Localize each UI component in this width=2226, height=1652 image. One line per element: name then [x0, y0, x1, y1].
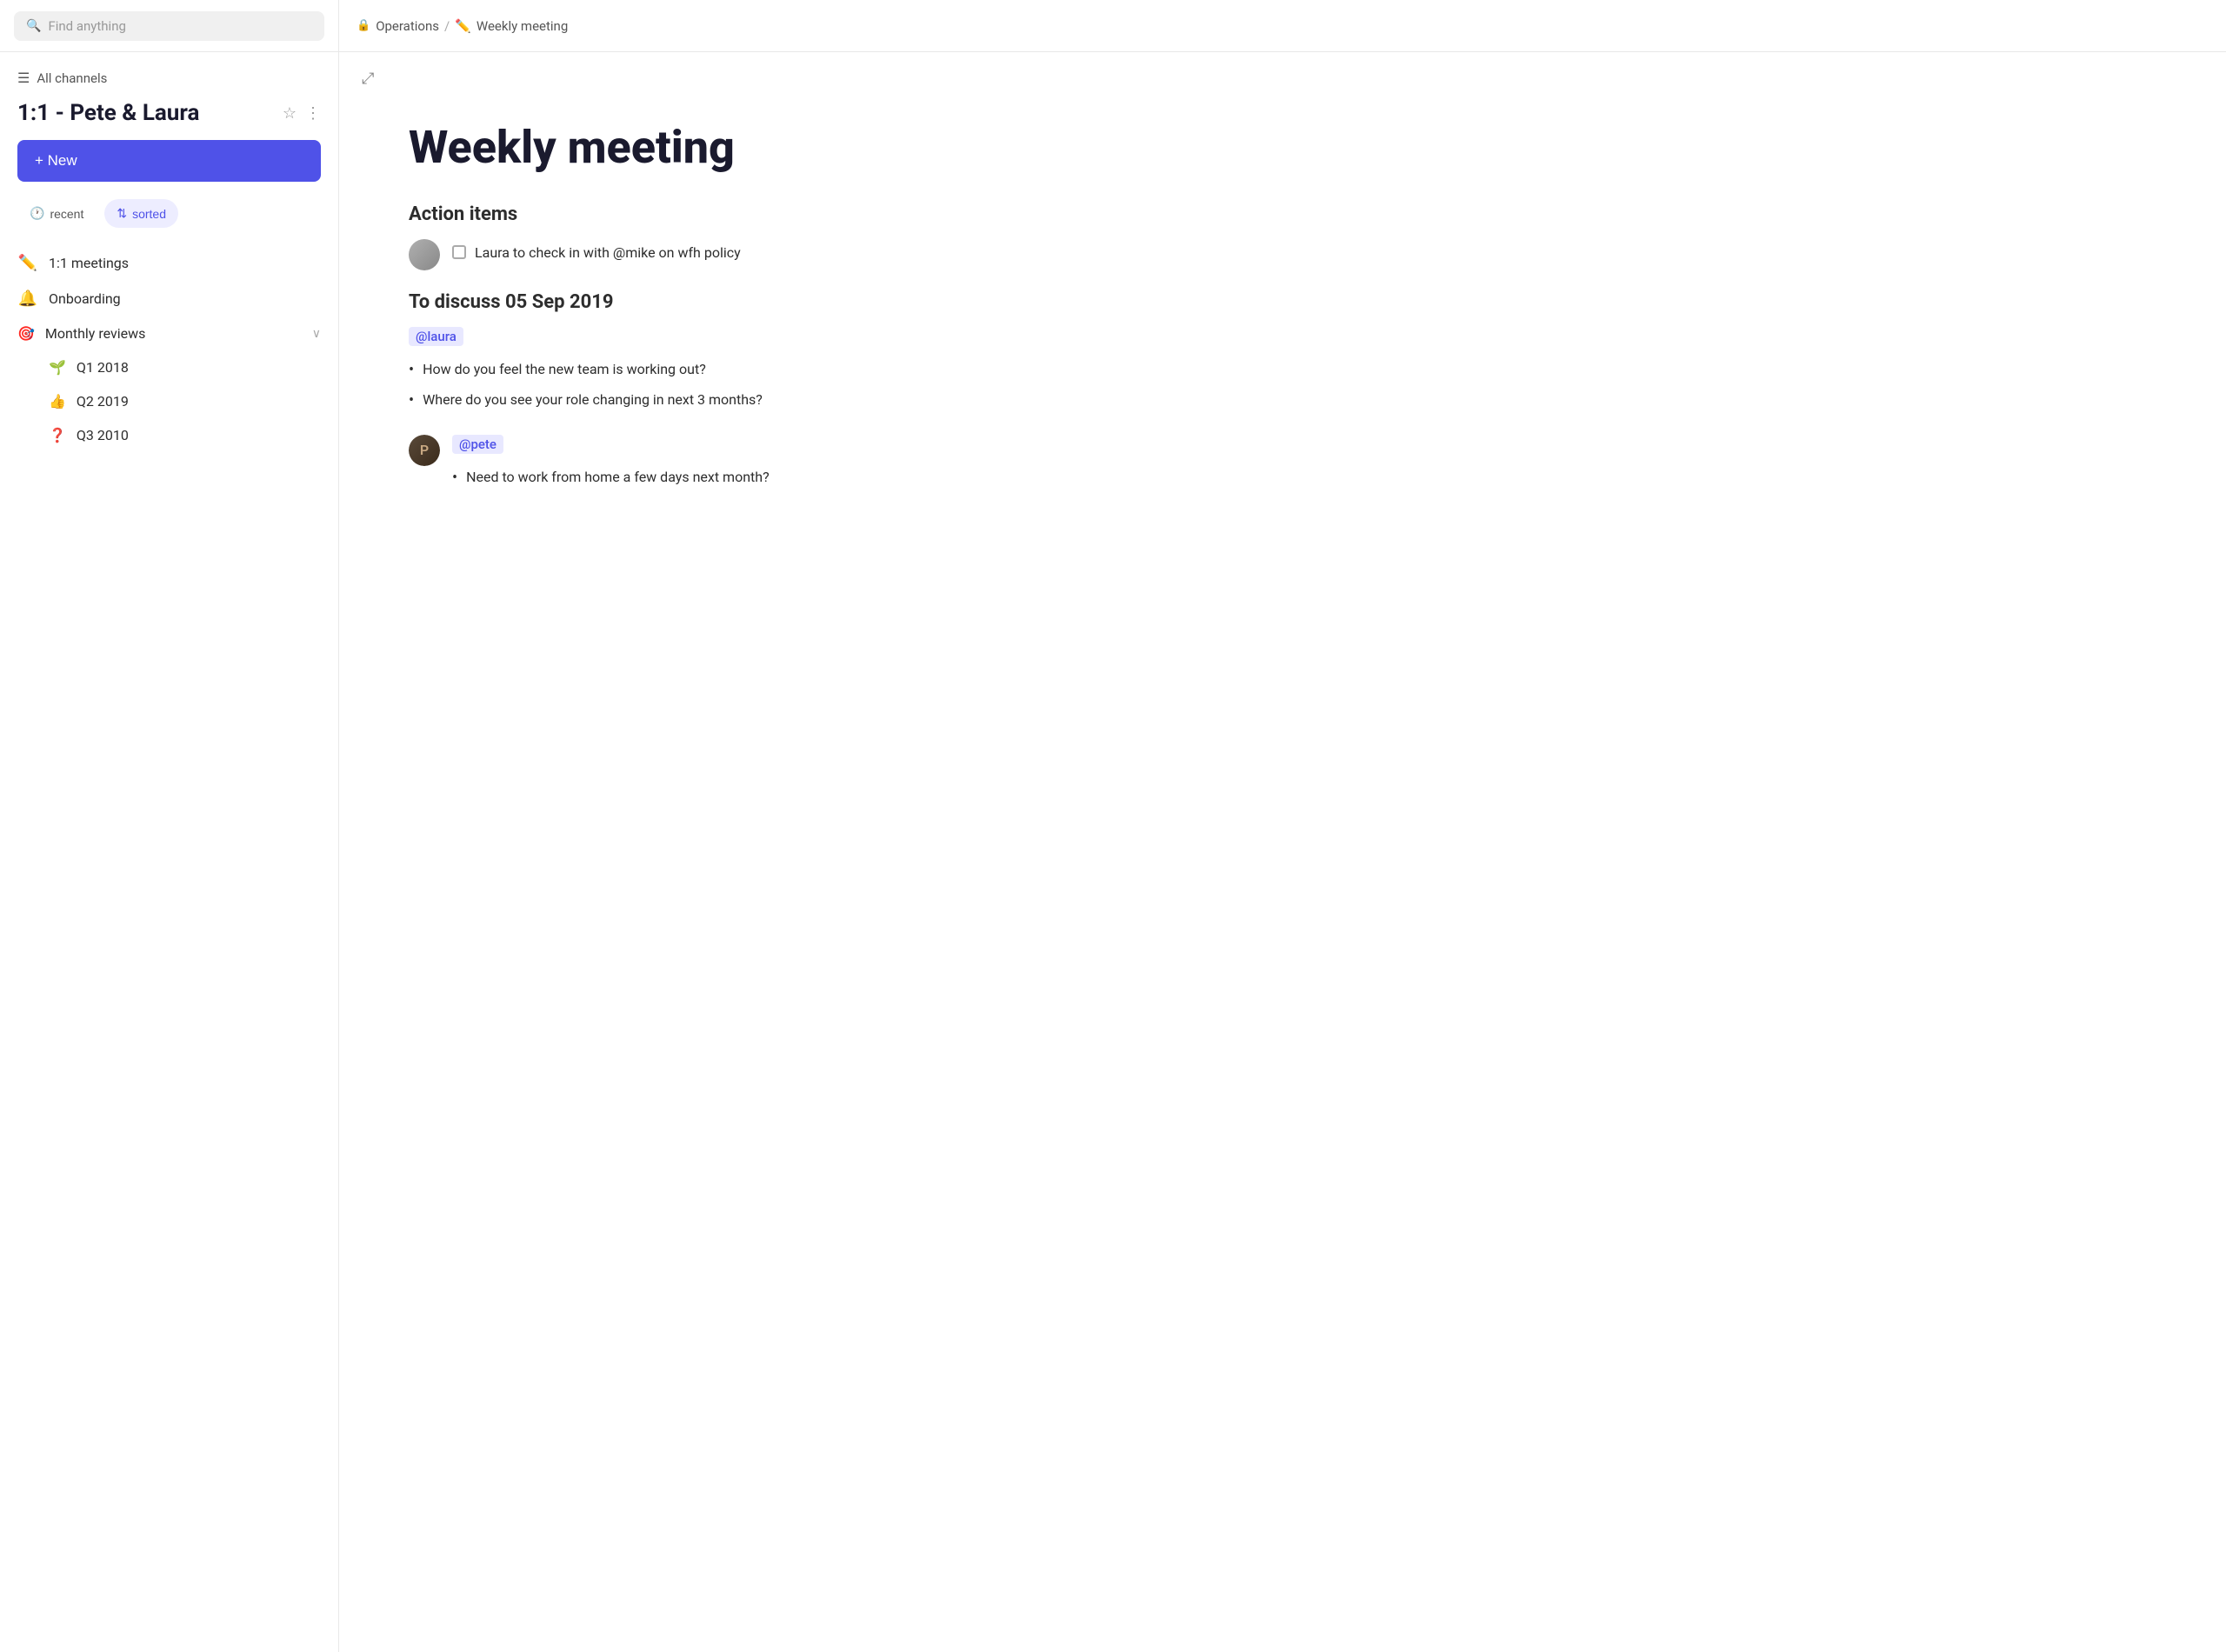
avatar-placeholder	[409, 239, 440, 270]
nav-item-11-meetings-label: 1:1 meetings	[49, 255, 129, 271]
laura-subsection: @laura • How do you feel the new team is…	[409, 327, 1052, 414]
breadcrumb-separator: /	[444, 18, 450, 34]
new-button[interactable]: + New	[17, 140, 321, 182]
thumbsup-emoji: 👍	[49, 393, 66, 410]
top-bar: 🔍 Find anything 🔒 Operations / ✏️ Weekly…	[0, 0, 2226, 52]
checkbox[interactable]	[452, 245, 466, 259]
nav-item-11-meetings[interactable]: ✏️ 1:1 meetings	[0, 245, 338, 281]
nav-sub-item-q3-2010-label: Q3 2010	[77, 427, 129, 443]
doc-content: Weekly meeting Action items Laura to che…	[339, 105, 1122, 556]
star-icon[interactable]: ☆	[283, 104, 297, 123]
filter-recent-label: recent	[50, 207, 83, 221]
breadcrumb: 🔒 Operations / ✏️ Weekly meeting	[339, 18, 585, 34]
search-placeholder: Find anything	[48, 18, 125, 34]
pete-bullet-1: • Need to work from home a few days next…	[452, 466, 1052, 491]
laura-bullet-list: • How do you feel the new team is workin…	[409, 358, 1052, 414]
discuss-section: To discuss 05 Sep 2019 @laura • How do y…	[409, 291, 1052, 496]
nav-sub-item-q2-2019[interactable]: 👍 Q2 2019	[0, 384, 338, 418]
laura-bullet-1: • How do you feel the new team is workin…	[409, 358, 1052, 383]
pete-content: @pete • Need to work from home a few day…	[452, 435, 1052, 496]
content-area: ⤢ Weekly meeting Action items Laura to c…	[339, 52, 2226, 1652]
bullet-dot-pete-1: •	[452, 466, 457, 491]
breadcrumb-workspace[interactable]: Operations	[376, 18, 439, 34]
all-channels-label: All channels	[37, 70, 107, 86]
breadcrumb-doc[interactable]: Weekly meeting	[477, 18, 568, 34]
user-avatar-laura	[409, 239, 440, 270]
filter-sorted-button[interactable]: ⇅ sorted	[104, 199, 178, 228]
search-box[interactable]: 🔍 Find anything	[14, 11, 324, 41]
nav-sub-item-q2-2019-label: Q2 2019	[77, 393, 129, 410]
laura-bullet-2: • Where do you see your role changing in…	[409, 389, 1052, 414]
channel-title: 1:1 - Pete & Laura	[17, 100, 199, 126]
breadcrumb-doc-emoji: ✏️	[455, 18, 471, 34]
nav-item-monthly-reviews[interactable]: 🎯 Monthly reviews ∨	[0, 316, 338, 350]
laura-bullet-2-text: Where do you see your role changing in n…	[423, 389, 763, 411]
pete-bullet-list: • Need to work from home a few days next…	[452, 466, 1052, 491]
user-avatar-pete: P	[409, 435, 440, 466]
filter-recent-button[interactable]: 🕐 recent	[17, 199, 96, 228]
main-layout: ☰ All channels 1:1 - Pete & Laura ☆ ⋮ + …	[0, 52, 2226, 1652]
clock-icon: 🕐	[30, 206, 44, 221]
nav-item-monthly-reviews-left: 🎯 Monthly reviews	[17, 325, 145, 342]
question-emoji: ❓	[49, 427, 66, 443]
bell-emoji: 🔔	[17, 290, 38, 308]
avatar-pete: P	[409, 435, 440, 466]
pete-mention[interactable]: @pete	[452, 435, 503, 454]
content-toolbar: ⤢	[339, 52, 2226, 105]
channel-title-area: 1:1 - Pete & Laura ☆ ⋮	[0, 100, 338, 140]
target-emoji: 🎯	[17, 325, 35, 342]
laura-mention[interactable]: @laura	[409, 327, 463, 346]
action-items-section: Action items Laura to check in with @mik…	[409, 203, 1052, 270]
sidebar: ☰ All channels 1:1 - Pete & Laura ☆ ⋮ + …	[0, 52, 339, 1652]
sort-icon: ⇅	[117, 206, 127, 221]
nav-item-onboarding-label: Onboarding	[49, 290, 121, 307]
sidebar-nav: ✏️ 1:1 meetings 🔔 Onboarding 🎯 Monthly r…	[0, 245, 338, 470]
pete-bullet-1-text: Need to work from home a few days next m…	[466, 466, 770, 489]
nav-item-onboarding[interactable]: 🔔 Onboarding	[0, 281, 338, 316]
search-icon: 🔍	[26, 19, 41, 33]
action-item-text: Laura to check in with @mike on wfh poli…	[475, 243, 741, 263]
laura-bullet-1-text: How do you feel the new team is working …	[423, 358, 706, 381]
bullet-dot-2: •	[409, 389, 414, 414]
pencil-emoji: ✏️	[17, 254, 38, 272]
bullet-dot-1: •	[409, 358, 414, 383]
action-item-row: Laura to check in with @mike on wfh poli…	[409, 239, 1052, 270]
more-icon[interactable]: ⋮	[305, 104, 321, 123]
checkbox-text: Laura to check in with @mike on wfh poli…	[452, 243, 741, 263]
search-area: 🔍 Find anything	[0, 0, 339, 51]
nav-sub-item-q1-2018[interactable]: 🌱 Q1 2018	[0, 350, 338, 384]
doc-title: Weekly meeting	[409, 123, 1052, 172]
lock-icon: 🔒	[357, 19, 370, 32]
seedling-emoji: 🌱	[49, 359, 66, 376]
nav-sub-item-q1-2018-label: Q1 2018	[77, 359, 129, 376]
chevron-down-icon: ∨	[312, 327, 321, 341]
discuss-heading: To discuss 05 Sep 2019	[409, 291, 1052, 313]
nav-item-monthly-reviews-label: Monthly reviews	[45, 325, 145, 342]
expand-icon[interactable]: ⤢	[357, 64, 379, 93]
all-channels[interactable]: ☰ All channels	[0, 70, 338, 100]
pete-section: P @pete • Need to work from home a few d…	[409, 435, 1052, 496]
nav-sub-item-q3-2010[interactable]: ❓ Q3 2010	[0, 418, 338, 452]
filter-sorted-label: sorted	[132, 207, 166, 221]
action-items-heading: Action items	[409, 203, 1052, 225]
hamburger-icon: ☰	[17, 70, 30, 86]
channel-title-icons: ☆ ⋮	[283, 104, 321, 123]
filter-row: 🕐 recent ⇅ sorted	[0, 199, 338, 245]
